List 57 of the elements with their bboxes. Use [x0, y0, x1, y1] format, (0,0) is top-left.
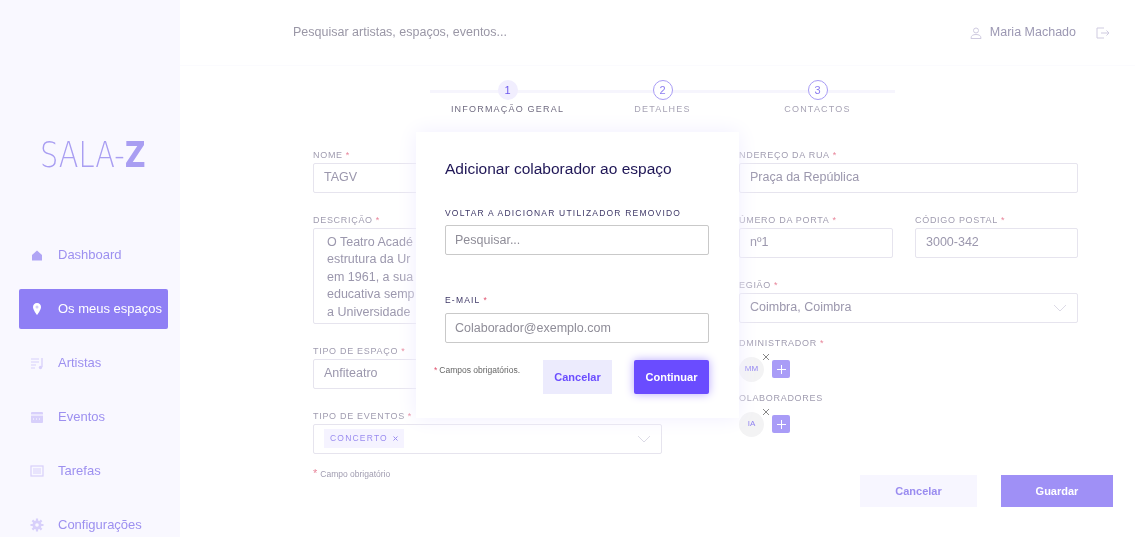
field-label: DMINISTRADOR *	[739, 336, 826, 350]
required-note: * Campos obrigatórios.	[434, 364, 522, 377]
stepper-step[interactable]: 2 DETALHES	[585, 80, 740, 117]
chevron-down-icon	[1053, 303, 1067, 312]
sidebar-item[interactable]: Configurações	[19, 505, 168, 537]
select-field[interactable]: CONCERTO	[313, 423, 662, 454]
stepper-step[interactable]: 3 CONTACTOS	[740, 80, 895, 117]
user-icon	[969, 26, 982, 39]
sidebar-item[interactable]: Os meus espaços	[19, 289, 168, 329]
field-label: VOLTAR A ADICIONAR UTILIZADOR REMOVIDO	[445, 206, 683, 220]
chevron-down-icon	[637, 434, 651, 443]
remove-icon[interactable]	[762, 407, 770, 416]
search-field[interactable]: Pesquisar...	[445, 225, 709, 256]
select-field[interactable]: Coimbra, Coimbra	[739, 292, 1078, 323]
sidebar-item[interactable]: Artistas	[19, 343, 168, 383]
field-label: OLABORADORES	[739, 391, 824, 405]
input-field[interactable]: 3000-342	[915, 227, 1078, 258]
field-label: E-MAIL *	[445, 294, 490, 308]
remove-icon[interactable]	[762, 352, 770, 361]
required-note: * Campo obrigatório	[313, 465, 392, 481]
input-field[interactable]: Praça da República	[739, 162, 1078, 193]
remove-icon[interactable]	[392, 436, 398, 441]
cancel-button[interactable]: Cancelar	[860, 475, 977, 507]
plus-icon	[776, 419, 786, 429]
calendar-icon	[30, 410, 44, 424]
logout-icon[interactable]	[1096, 26, 1110, 39]
add-button[interactable]	[772, 415, 790, 433]
search-field[interactable]: Pesquisar artistas, espaços, eventos...	[293, 23, 970, 42]
field-label: EGIÃO *	[739, 278, 780, 292]
input-field[interactable]: nº1	[739, 227, 893, 258]
sidebar-item[interactable]: Tarefas	[19, 451, 168, 491]
gear-icon	[30, 518, 44, 532]
sidebar-item[interactable]: Eventos	[19, 397, 168, 437]
add-button[interactable]	[772, 360, 790, 378]
save-button[interactable]: Guardar	[1001, 475, 1113, 507]
field-label: CÓDIGO POSTAL *	[915, 213, 1007, 227]
home-icon	[30, 248, 44, 262]
cancel-button[interactable]: Cancelar	[543, 360, 612, 395]
map-pin-icon	[30, 302, 44, 316]
plus-icon	[776, 364, 786, 374]
user-name[interactable]: Maria Machado	[989, 23, 1076, 42]
stepper-step[interactable]: 1 INFORMAÇÃO GERAL	[430, 80, 585, 117]
field-label: NOME *	[313, 148, 351, 162]
email-field[interactable]: Colaborador@exemplo.com	[445, 313, 709, 344]
list-icon	[30, 464, 44, 478]
continue-button[interactable]: Continuar	[634, 360, 709, 395]
field-label: ÚMERO DA PORTA *	[739, 213, 838, 227]
logo: SALA-Z	[40, 137, 146, 173]
avatar: IA	[739, 411, 764, 437]
tag: CONCERTO	[324, 429, 404, 448]
sidebar-item[interactable]: Dashboard	[19, 235, 168, 275]
music-list-icon	[30, 356, 44, 370]
dialog-title: Adicionar colaborador ao espaço	[445, 160, 673, 179]
field-label: TIPO DE EVENTOS *	[313, 409, 414, 423]
field-label: TIPO DE ESPAÇO *	[313, 344, 407, 358]
field-label: NDEREÇO DA RUA *	[739, 148, 839, 162]
avatar: MM	[739, 356, 764, 382]
